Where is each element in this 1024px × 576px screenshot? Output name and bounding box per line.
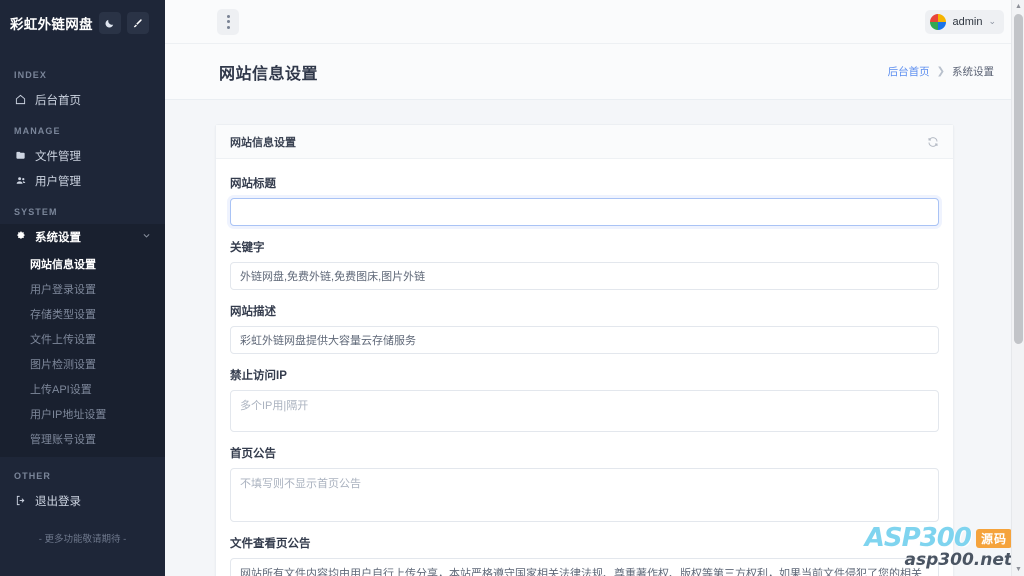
content-area: 网站信息设置 网站标题 关键字 (165, 100, 1024, 576)
moon-icon (104, 18, 115, 29)
sidebar-item-user-manage-label: 用户管理 (35, 173, 81, 189)
home-announcement-textarea[interactable] (230, 468, 939, 522)
nav-section-manage: MANAGE (0, 112, 165, 143)
nav-section-system: SYSTEM (0, 193, 165, 224)
sidebar-item-dashboard[interactable]: 后台首页 (0, 87, 165, 112)
site-description-input[interactable] (230, 326, 939, 354)
label-home-announcement: 首页公告 (230, 445, 939, 461)
label-keywords: 关键字 (230, 239, 939, 255)
file-page-announcement-textarea[interactable] (230, 558, 939, 576)
page-title: 网站信息设置 (219, 60, 318, 84)
users-icon (14, 175, 27, 186)
topbar: admin ⌄ (165, 0, 1024, 44)
breadcrumb-home[interactable]: 后台首页 (888, 64, 930, 79)
field-keywords: 关键字 (230, 239, 939, 290)
submenu-item-file-upload[interactable]: 文件上传设置 (0, 326, 165, 351)
sidebar-item-logout[interactable]: 退出登录 (0, 488, 165, 513)
submenu-item-user-login[interactable]: 用户登录设置 (0, 276, 165, 301)
brand-title: 彩虹外链网盘 (10, 13, 93, 33)
field-blocked-ip: 禁止访问IP (230, 367, 939, 432)
page-header: 网站信息设置 后台首页 ❯ 系统设置 (165, 44, 1024, 100)
label-site-title: 网站标题 (230, 175, 939, 191)
gear-icon (14, 231, 27, 242)
settings-card: 网站信息设置 网站标题 关键字 (215, 124, 954, 576)
scroll-up-arrow-icon[interactable]: ▲ (1015, 3, 1022, 10)
breadcrumb-separator-icon: ❯ (937, 66, 945, 77)
avatar (930, 14, 946, 30)
dark-mode-toggle[interactable] (99, 12, 121, 34)
folder-icon (14, 150, 27, 161)
vertical-dots-icon[interactable] (217, 9, 239, 35)
scroll-down-arrow-icon[interactable]: ▼ (1015, 566, 1022, 573)
sidebar-item-system-settings[interactable]: 系统设置 (0, 224, 165, 249)
field-file-page-announcement: 文件查看页公告 (230, 535, 939, 576)
blocked-ip-textarea[interactable] (230, 390, 939, 432)
system-submenu: 网站信息设置 用户登录设置 存储类型设置 文件上传设置 图片检测设置 上传API… (0, 249, 165, 457)
submenu-item-upload-api[interactable]: 上传API设置 (0, 376, 165, 401)
sidebar-footer-note: - 更多功能敬请期待 - (0, 531, 165, 545)
keywords-input[interactable] (230, 262, 939, 290)
submenu-item-user-ip[interactable]: 用户IP地址设置 (0, 401, 165, 426)
sidebar-item-file-manage[interactable]: 文件管理 (0, 143, 165, 168)
submenu-item-image-check[interactable]: 图片检测设置 (0, 351, 165, 376)
site-title-input[interactable] (230, 198, 939, 226)
card-body: 网站标题 关键字 网站描述 禁止访问IP (216, 159, 953, 576)
submenu-item-storage-type[interactable]: 存储类型设置 (0, 301, 165, 326)
nav-section-index: INDEX (0, 56, 165, 87)
refresh-icon[interactable] (927, 136, 939, 148)
user-menu[interactable]: admin ⌄ (925, 10, 1004, 34)
card-header: 网站信息设置 (216, 125, 953, 159)
label-file-page-announcement: 文件查看页公告 (230, 535, 939, 551)
sidebar-item-dashboard-label: 后台首页 (35, 92, 81, 108)
card-title: 网站信息设置 (230, 134, 296, 150)
nav-section-other: OTHER (0, 457, 165, 488)
sidebar-nav: INDEX 后台首页 MANAGE 文件管理 (0, 46, 165, 545)
user-name: admin (952, 16, 982, 28)
breadcrumb: 后台首页 ❯ 系统设置 (888, 64, 994, 79)
scrollbar-thumb[interactable] (1014, 14, 1023, 344)
theme-brush-toggle[interactable] (127, 12, 149, 34)
main-area: admin ⌄ 网站信息设置 后台首页 ❯ 系统设置 网站信息设置 (165, 0, 1024, 576)
field-home-announcement: 首页公告 (230, 445, 939, 522)
field-site-description: 网站描述 (230, 303, 939, 354)
breadcrumb-current: 系统设置 (952, 64, 994, 79)
sidebar-item-system-settings-label: 系统设置 (35, 229, 81, 245)
sidebar-item-file-manage-label: 文件管理 (35, 148, 81, 164)
chevron-down-icon (142, 231, 151, 243)
page-scrollbar[interactable]: ▲ ▼ (1011, 0, 1024, 576)
sidebar-brand-bar: 彩虹外链网盘 (0, 0, 165, 46)
sidebar: 彩虹外链网盘 INDEX (0, 0, 165, 576)
brush-icon (132, 18, 143, 29)
label-site-description: 网站描述 (230, 303, 939, 319)
label-blocked-ip: 禁止访问IP (230, 367, 939, 383)
logout-icon (14, 495, 27, 506)
submenu-item-site-info[interactable]: 网站信息设置 (0, 251, 165, 276)
sidebar-item-user-manage[interactable]: 用户管理 (0, 168, 165, 193)
home-icon (14, 94, 27, 105)
sidebar-item-logout-label: 退出登录 (35, 493, 81, 509)
chevron-down-icon: ⌄ (988, 16, 996, 27)
field-site-title: 网站标题 (230, 175, 939, 226)
submenu-item-admin-account[interactable]: 管理账号设置 (0, 426, 165, 451)
app-root: 彩虹外链网盘 INDEX (0, 0, 1024, 576)
